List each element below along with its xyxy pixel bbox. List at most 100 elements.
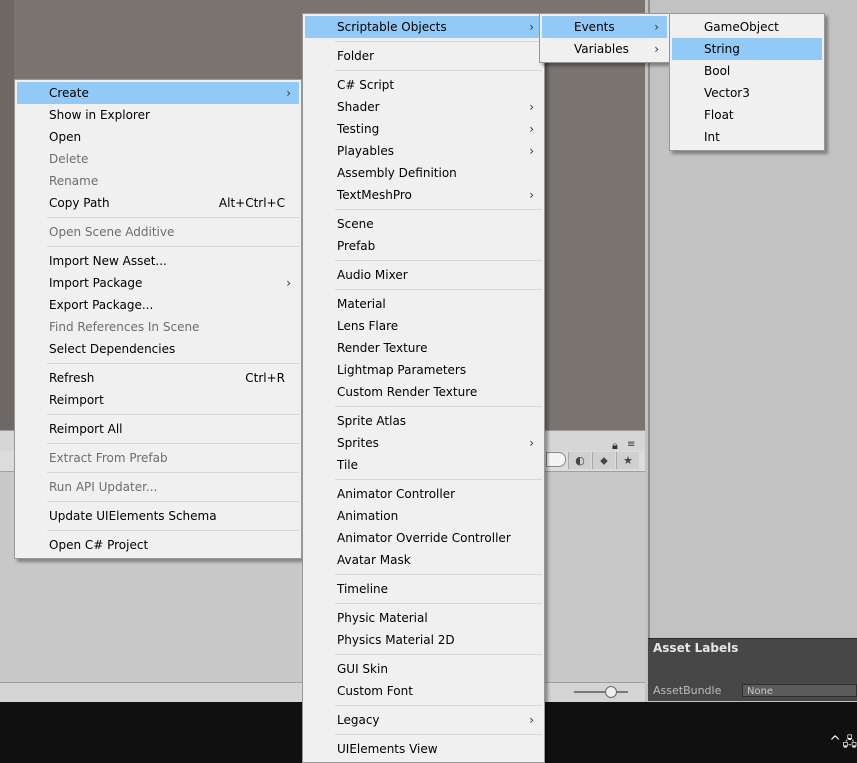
menu-item-refresh[interactable]: Refresh Ctrl+R <box>17 367 299 389</box>
menu-item-label: Float <box>704 108 734 122</box>
menu-item-lens-flare[interactable]: Lens Flare <box>305 315 542 337</box>
menu-item-open-scene-additive: Open Scene Additive <box>17 221 299 243</box>
menu-item-label: Refresh <box>49 371 95 385</box>
menu-item-label: Avatar Mask <box>337 553 411 567</box>
menu-item-show-in-explorer[interactable]: Show in Explorer <box>17 104 299 126</box>
menu-item-label: TextMeshPro <box>337 188 412 202</box>
search-by-label-icon[interactable]: ⬥ <box>592 452 615 469</box>
menu-item-label: Physics Material 2D <box>337 633 455 647</box>
search-by-type-icon[interactable]: ◐ <box>568 452 591 469</box>
menu-separator <box>47 472 299 473</box>
menu-item-sprites[interactable]: Sprites › <box>305 432 542 454</box>
menu-item-label: Create <box>49 86 89 100</box>
chevron-right-icon: › <box>529 188 534 202</box>
menu-separator <box>335 41 542 42</box>
chevron-right-icon: › <box>529 20 534 34</box>
menu-item-label: Events <box>574 20 615 34</box>
menu-item-scriptable-objects[interactable]: Scriptable Objects › <box>305 16 542 38</box>
chevron-right-icon: › <box>654 42 659 56</box>
menu-item-material[interactable]: Material <box>305 293 542 315</box>
menu-item-scene[interactable]: Scene <box>305 213 542 235</box>
lock-icon[interactable]: 🔒︎ <box>612 439 618 453</box>
menu-item-audio-mixer[interactable]: Audio Mixer <box>305 264 542 286</box>
menu-item-shader[interactable]: Shader › <box>305 96 542 118</box>
menu-item-custom-render-texture[interactable]: Custom Render Texture <box>305 381 542 403</box>
events-submenu: GameObject String Bool Vector3 Float Int <box>669 13 825 151</box>
menu-item-label: Render Texture <box>337 341 428 355</box>
favorite-star-icon[interactable]: ★ <box>616 452 639 469</box>
menu-separator <box>335 406 542 407</box>
menu-item-tile[interactable]: Tile <box>305 454 542 476</box>
menu-item-label: Audio Mixer <box>337 268 408 282</box>
menu-item-custom-font[interactable]: Custom Font <box>305 680 542 702</box>
chevron-right-icon: › <box>654 20 659 34</box>
menu-separator <box>335 705 542 706</box>
menu-item-gui-skin[interactable]: GUI Skin <box>305 658 542 680</box>
menu-item-timeline[interactable]: Timeline <box>305 578 542 600</box>
menu-separator <box>47 501 299 502</box>
menu-item-label: Update UIElements Schema <box>49 509 217 523</box>
menu-item-label: Lens Flare <box>337 319 399 333</box>
menu-item-float[interactable]: Float <box>672 104 822 126</box>
network-icon[interactable]: 🖧︎ <box>843 733 857 755</box>
menu-item-vector3[interactable]: Vector3 <box>672 82 822 104</box>
menu-item-avatar-mask[interactable]: Avatar Mask <box>305 549 542 571</box>
menu-item-int[interactable]: Int <box>672 126 822 148</box>
menu-item-label: Open Scene Additive <box>49 225 175 239</box>
asset-labels-title: Asset Labels <box>653 641 739 655</box>
menu-item-copy-path[interactable]: Copy Path Alt+Ctrl+C <box>17 192 299 214</box>
menu-separator <box>335 734 542 735</box>
menu-item-label: Custom Render Texture <box>337 385 478 399</box>
menu-item-create[interactable]: Create › <box>17 82 299 104</box>
menu-item-physics-material-2d[interactable]: Physics Material 2D <box>305 629 542 651</box>
menu-separator <box>335 479 542 480</box>
menu-item-open[interactable]: Open <box>17 126 299 148</box>
menu-item-legacy[interactable]: Legacy › <box>305 709 542 731</box>
menu-item-label: Scene <box>337 217 374 231</box>
menu-item-physic-material[interactable]: Physic Material <box>305 607 542 629</box>
menu-item-bool[interactable]: Bool <box>672 60 822 82</box>
menu-item-animator-controller[interactable]: Animator Controller <box>305 483 542 505</box>
menu-item-render-texture[interactable]: Render Texture <box>305 337 542 359</box>
menu-item-export-package[interactable]: Export Package... <box>17 294 299 316</box>
menu-item-variables[interactable]: Variables › <box>542 38 667 60</box>
menu-item-string[interactable]: String <box>672 38 822 60</box>
menu-item-folder[interactable]: Folder <box>305 45 542 67</box>
menu-item-label: Show in Explorer <box>49 108 150 122</box>
menu-item-lightmap-parameters[interactable]: Lightmap Parameters <box>305 359 542 381</box>
menu-item-sprite-atlas[interactable]: Sprite Atlas <box>305 410 542 432</box>
menu-item-select-dependencies[interactable]: Select Dependencies <box>17 338 299 360</box>
menu-item-shortcut: Alt+Ctrl+C <box>218 196 285 210</box>
zoom-slider-track[interactable] <box>574 691 628 693</box>
menu-item-delete: Delete <box>17 148 299 170</box>
menu-item-c-script[interactable]: C# Script <box>305 74 542 96</box>
menu-item-label: Extract From Prefab <box>49 451 168 465</box>
menu-item-label: Run API Updater... <box>49 480 158 494</box>
menu-item-events[interactable]: Events › <box>542 16 667 38</box>
tray-chevron-up-icon[interactable]: ^ <box>829 734 841 750</box>
menu-item-reimport[interactable]: Reimport <box>17 389 299 411</box>
menu-item-label: Copy Path <box>49 196 110 210</box>
menu-item-textmeshpro[interactable]: TextMeshPro › <box>305 184 542 206</box>
menu-item-reimport-all[interactable]: Reimport All <box>17 418 299 440</box>
menu-item-uielements-view[interactable]: UIElements View <box>305 738 542 760</box>
menu-item-import-package[interactable]: Import Package › <box>17 272 299 294</box>
menu-item-playables[interactable]: Playables › <box>305 140 542 162</box>
menu-item-prefab[interactable]: Prefab <box>305 235 542 257</box>
assetbundle-dropdown[interactable]: None <box>742 684 857 697</box>
menu-item-animator-override-controller[interactable]: Animator Override Controller <box>305 527 542 549</box>
menu-item-animation[interactable]: Animation <box>305 505 542 527</box>
context-menu: Create › Show in Explorer Open Delete Rename C… <box>14 79 302 559</box>
menu-item-import-new-asset[interactable]: Import New Asset... <box>17 250 299 272</box>
menu-item-assembly-definition[interactable]: Assembly Definition <box>305 162 542 184</box>
menu-item-label: Export Package... <box>49 298 154 312</box>
project-search-field-end[interactable] <box>546 452 566 467</box>
menu-item-testing[interactable]: Testing › <box>305 118 542 140</box>
menu-icon[interactable]: ≡ <box>627 439 635 450</box>
menu-item-label: Timeline <box>337 582 389 596</box>
chevron-right-icon: › <box>529 436 534 450</box>
menu-item-gameobject[interactable]: GameObject <box>672 16 822 38</box>
zoom-slider-thumb[interactable] <box>605 686 617 698</box>
menu-item-update-uielements-schema[interactable]: Update UIElements Schema <box>17 505 299 527</box>
menu-item-open-c-project[interactable]: Open C# Project <box>17 534 299 556</box>
